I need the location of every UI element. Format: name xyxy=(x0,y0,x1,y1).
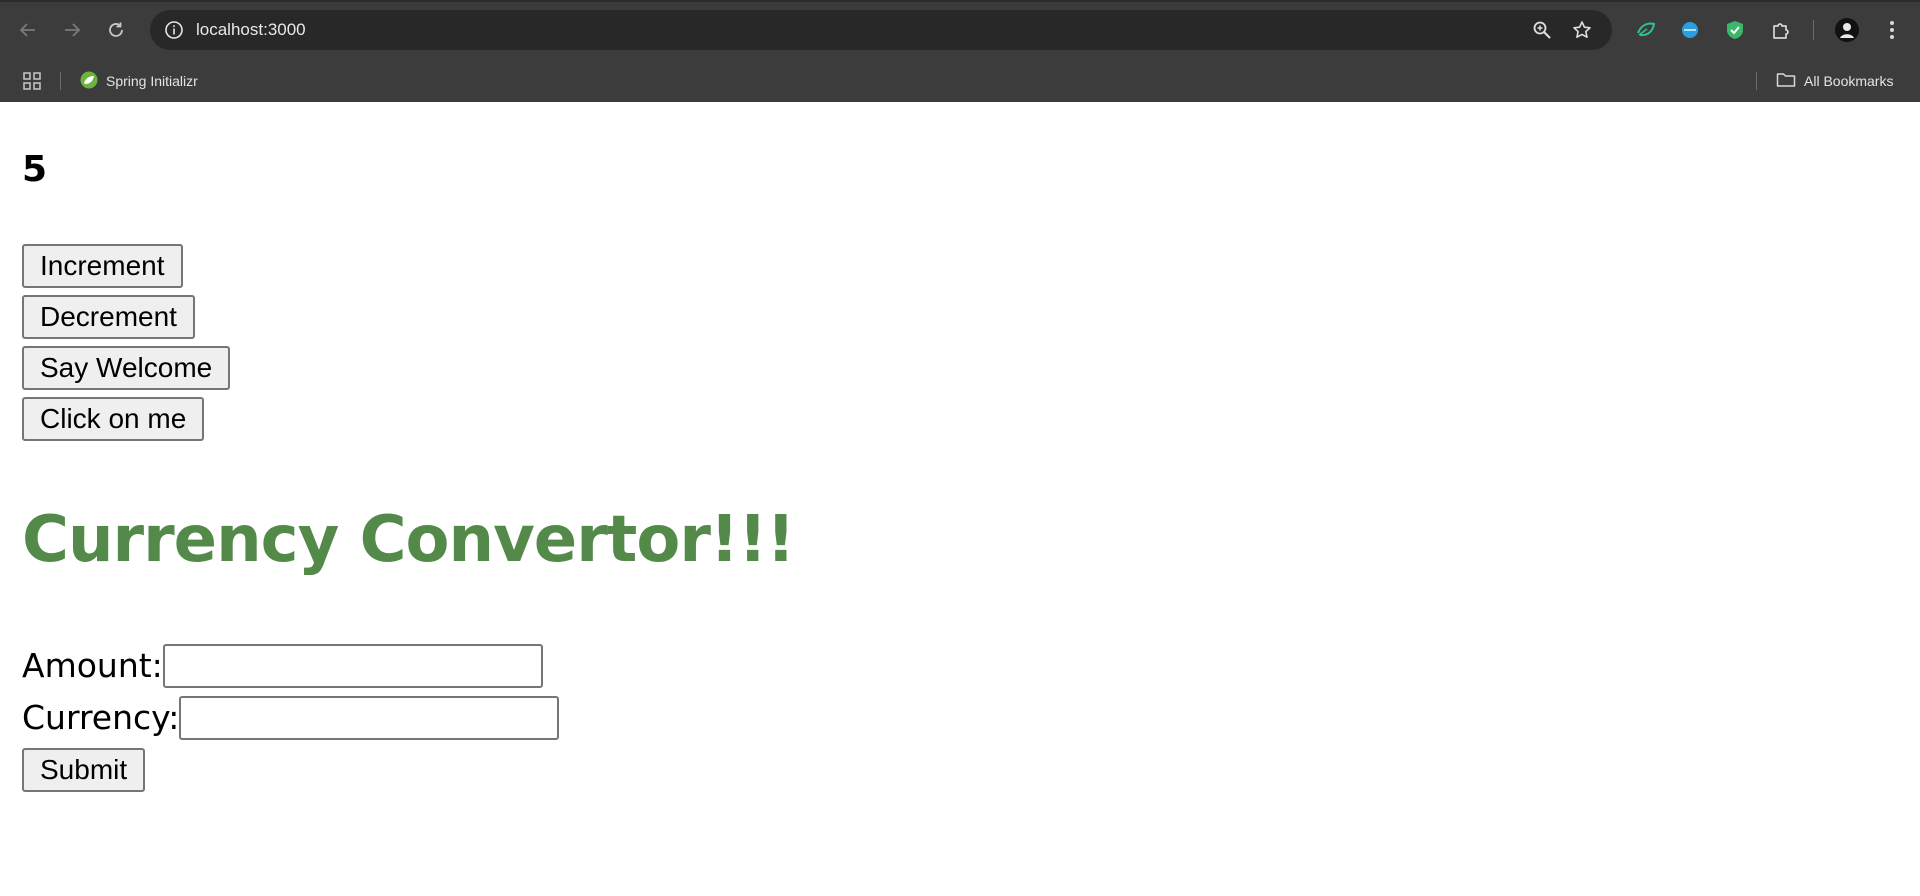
address-bar[interactable]: localhost:3000 xyxy=(150,10,1612,50)
browser-toolbar: localhost:3000 xyxy=(0,0,1920,60)
tabstrip-edge xyxy=(0,0,1920,2)
site-info-icon[interactable] xyxy=(162,18,186,42)
zoom-icon[interactable] xyxy=(1530,18,1554,42)
spring-leaf-icon xyxy=(80,71,98,92)
decrement-button[interactable]: Decrement xyxy=(22,295,195,339)
reload-icon xyxy=(107,21,125,39)
avatar[interactable] xyxy=(1833,16,1861,44)
currency-label: Currency: xyxy=(22,698,180,737)
currency-convertor-title: Currency Convertor!!! xyxy=(22,503,795,577)
globe-extension-icon[interactable] xyxy=(1676,16,1704,44)
forward-button[interactable] xyxy=(56,14,88,46)
say-welcome-button[interactable]: Say Welcome xyxy=(22,346,231,390)
url-text[interactable]: localhost:3000 xyxy=(196,20,306,40)
bookmarks-separator xyxy=(60,72,61,90)
star-icon[interactable] xyxy=(1570,18,1594,42)
all-bookmarks-label: All Bookmarks xyxy=(1804,73,1894,89)
shield-check-extension-icon[interactable] xyxy=(1721,16,1749,44)
kebab-menu-icon[interactable] xyxy=(1878,16,1906,44)
bookmarks-bar: Spring Initializr All Bookmarks xyxy=(0,60,1920,102)
amount-row: Amount: xyxy=(22,644,543,688)
apps-grid-icon[interactable] xyxy=(20,69,44,93)
page-content: 5 Increment Decrement Say Welcome Click … xyxy=(0,102,1920,896)
bookmark-label: Spring Initializr xyxy=(106,73,198,89)
bookmark-spring-initializr[interactable]: Spring Initializr xyxy=(80,68,198,94)
amount-label: Amount: xyxy=(22,646,163,685)
currency-input[interactable] xyxy=(179,696,560,740)
arrow-right-icon xyxy=(63,21,81,39)
amount-input[interactable] xyxy=(162,644,543,688)
counter-value: 5 xyxy=(22,149,48,190)
currency-row: Currency: xyxy=(22,696,560,740)
click-on-me-button[interactable]: Click on me xyxy=(22,397,205,441)
leaf-extension-icon[interactable] xyxy=(1632,16,1660,44)
submit-button[interactable]: Submit xyxy=(22,748,146,792)
puzzle-extensions-icon[interactable] xyxy=(1767,16,1795,44)
bookmarks-separator-right xyxy=(1756,72,1757,90)
toolbar-separator xyxy=(1813,20,1814,40)
back-button[interactable] xyxy=(12,14,44,46)
all-bookmarks-button[interactable]: All Bookmarks xyxy=(1776,68,1893,94)
arrow-left-icon xyxy=(19,21,37,39)
folder-icon xyxy=(1776,71,1796,92)
reload-button[interactable] xyxy=(100,14,132,46)
increment-button[interactable]: Increment xyxy=(22,244,183,288)
